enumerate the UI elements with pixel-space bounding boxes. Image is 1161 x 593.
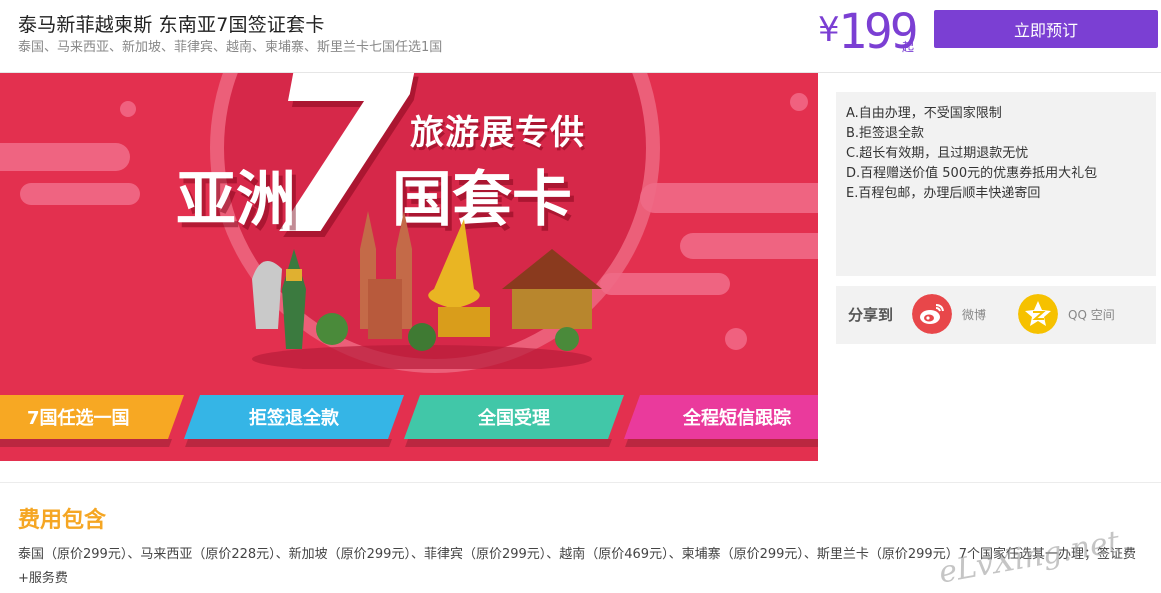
product-title: 泰马新菲越柬斯 东南亚7国签证套卡 — [18, 14, 325, 36]
weibo-label[interactable]: 微博 — [962, 306, 986, 323]
price-currency: ¥ — [818, 10, 840, 50]
dot-decoration — [120, 101, 136, 117]
qzone-icon[interactable] — [1018, 294, 1058, 334]
ribbon-label: 拒签退全款 — [249, 408, 339, 429]
share-label: 分享到 — [848, 306, 894, 324]
ribbon-item: 全程短信跟踪 — [623, 395, 818, 439]
share-box: 分享到 微博 QQ 空间 — [836, 286, 1156, 344]
dot-decoration — [725, 328, 747, 350]
header: 泰马新菲越柬斯 东南亚7国签证套卡 泰国、马来西亚、新加坡、菲律宾、越南、柬埔寨… — [0, 0, 1161, 73]
features-panel: A.自由办理，不受国家限制 B.拒签退全款 C.超长有效期，且过期退款无忧 D.… — [836, 92, 1156, 276]
cloud-decoration — [680, 233, 818, 259]
ribbon-item: 全国受理 — [403, 395, 625, 439]
cloud-decoration — [0, 143, 130, 171]
book-now-button[interactable]: 立即预订 — [934, 10, 1158, 48]
ribbon-label: 7国任选一国 — [26, 408, 130, 429]
feature-item: C.超长有效期，且过期退款无忧 — [846, 146, 1029, 161]
price-unit: 起 — [902, 40, 915, 54]
product-subtitle: 泰国、马来西亚、新加坡、菲律宾、越南、柬埔寨、斯里兰卡七国任选1国 — [18, 40, 443, 55]
feature-item: A.自由办理，不受国家限制 — [846, 106, 1002, 121]
ribbon-label: 全程短信跟踪 — [683, 408, 791, 429]
fee-section-title: 费用包含 — [18, 508, 107, 533]
section-divider — [0, 482, 1161, 483]
ribbon-item: 拒签退全款 — [183, 395, 405, 439]
promo-banner: 7 旅游展专供 亚洲 国套卡 7国任选一国 拒签退全款 全国受理 全程短信跟踪 — [0, 73, 818, 461]
feature-item: E.百程包邮，办理后顺丰快递寄回 — [846, 186, 1041, 201]
ribbon-item: 7国任选一国 — [0, 395, 185, 439]
ribbon-label: 全国受理 — [478, 408, 550, 429]
cloud-decoration — [640, 183, 818, 213]
landmarks-illustration — [252, 211, 602, 369]
weibo-icon[interactable] — [912, 294, 952, 334]
banner-line1: 旅游展专供 — [410, 113, 585, 153]
cloud-decoration — [20, 183, 140, 205]
feature-ribbons: 7国任选一国 拒签退全款 全国受理 全程短信跟踪 — [0, 395, 818, 439]
cloud-decoration — [600, 273, 730, 295]
feature-item: B.拒签退全款 — [846, 126, 925, 141]
qzone-label[interactable]: QQ 空间 — [1068, 306, 1115, 323]
dot-decoration — [790, 93, 808, 111]
feature-item: D.百程赠送价值 500元的优惠券抵用大礼包 — [846, 166, 1098, 181]
